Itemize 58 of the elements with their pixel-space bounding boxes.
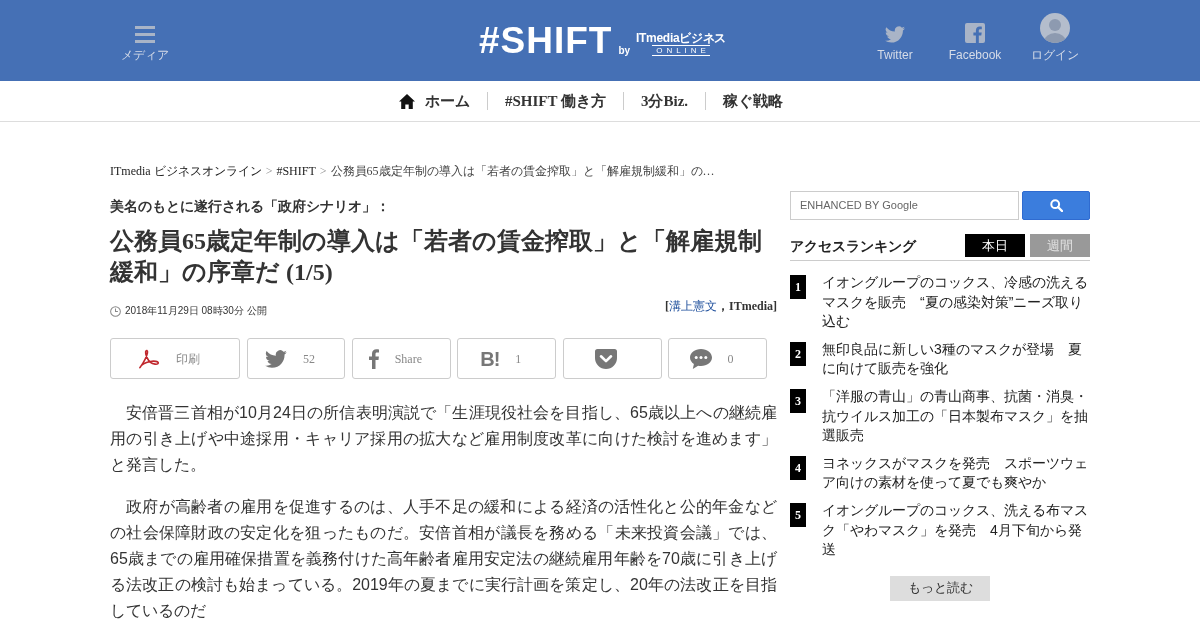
share-button[interactable]: B! 1 [457,338,557,379]
nav-link[interactable]: 3分Biz. [622,92,706,110]
social-link[interactable]: Twitter [855,26,935,62]
rank-number: 4 [790,455,806,480]
rank-number: 1 [790,275,806,299]
login-button[interactable]: ログイン [1015,13,1095,62]
nav-link[interactable]: ホーム [381,92,487,110]
pocket-icon [595,348,618,369]
menu-button[interactable]: メディア [110,26,180,62]
rank-number: 3 [790,388,806,413]
search-button[interactable] [1022,191,1090,220]
twitter-icon [885,26,905,43]
social-link[interactable]: Facebook [935,23,1015,62]
ranking-link[interactable]: 無印良品に新しい3種のマスクが登場 夏に向けて販売を強化 [822,339,1090,379]
ranking-tab[interactable]: 本日 [965,234,1025,257]
share-button[interactable]: 印刷 [110,338,240,379]
clock-icon [110,305,121,317]
article-kicker: 美名のもとに遂行される「政府シナリオ」： [110,199,391,215]
logo-text: ITmediaビジネス [636,31,727,45]
breadcrumb-current: 公務員65歳定年制の導入は「若者の賃金搾取」と「解雇規制緩和」の… [330,164,715,178]
logo-text: by [618,44,631,56]
byline: [溝上憲文，ITmedia] [665,299,777,313]
ranking-link[interactable]: 「洋服の青山」の青山商事、抗菌・消臭・抗ウイルス加工の「日本製布マスク」を抽選販売 [822,386,1090,446]
breadcrumb-link[interactable]: ITmedia ビジネスオンライン [110,164,262,178]
article-paragraph: 安倍晋三首相が10月24日の所信表明演説で「生涯現役社会を目指し、65歳以上への継続雇用の引き上げや中途採用・キャリア採用の拡大など雇用制度改革に向けた検討を進めます」と発言した。 [110,403,777,475]
nav-link[interactable]: #SHIFT 働き方 [486,92,623,110]
rank-number: 2 [790,341,806,366]
nav-link[interactable]: 稼ぐ戦略 [705,92,801,110]
ranking-heading: アクセスランキング [790,236,918,255]
facebook-icon [368,348,379,369]
breadcrumb-separator: > [265,164,273,178]
b-exclamation-icon: B! [480,348,500,369]
ranking-link[interactable]: イオングループのコックス、洗える布マスク「やわマスク」を発売 4月下旬から発送 [822,500,1090,560]
share-button[interactable]: Share [351,338,451,379]
more-button[interactable]: もっと読む [890,575,990,601]
logo-wordmark[interactable]: #SHIFT [478,25,613,56]
rank-number: 5 [790,502,806,527]
share-button[interactable] [562,338,662,379]
breadcrumb-link[interactable]: #SHIFT [276,164,316,178]
twitter-icon [264,349,287,368]
pdf-icon [138,348,160,369]
search-field[interactable]: ENHANCED BY Google [790,191,1019,220]
author-link[interactable]: 溝上憲文 [669,299,717,313]
breadcrumb-separator: > [319,164,327,178]
search-icon [1049,199,1063,212]
ranking-link[interactable]: イオングループのコックス、冷感の洗えるマスクを販売 “夏の感染対策”ニーズ取り込む [822,273,1090,332]
share-button[interactable]: 52 [246,338,346,379]
facebook-icon [965,23,985,43]
user-avatar-icon [1040,13,1070,43]
share-button[interactable]: 0 [668,338,768,379]
menu-icon [135,26,155,43]
publish-date: 2018年11月29日 08時30分 公開 [125,304,267,318]
logo-text: ONLINE [652,44,710,56]
article-paragraph: 政府が高齢者の雇用を促進するのは、人手不足の緩和による経済の活性化と公的年金などの社会保障財政の安定化を狙ったものだ。安倍首相が議長を務める「未来投資会議」では、65歳までの雇用確保措置を義務付けた高年齢者雇用安定法の継続雇用年齢を70歳に引き上げる法改正の検討も始まっている。2019年の夏までに実行計画を策定し、20年の法改正を目指しているのだ [110,497,777,621]
home-icon [398,93,415,109]
article-title: 公務員65歳定年制の導入は「若者の賃金搾取」と「解雇規制緩和」の序章だ (1/5) [110,227,763,287]
comment-icon [689,348,712,369]
ranking-link[interactable]: ヨネックスがマスクを発売 スポーツウェア向けの素材を使って夏でも爽やか [822,453,1090,493]
